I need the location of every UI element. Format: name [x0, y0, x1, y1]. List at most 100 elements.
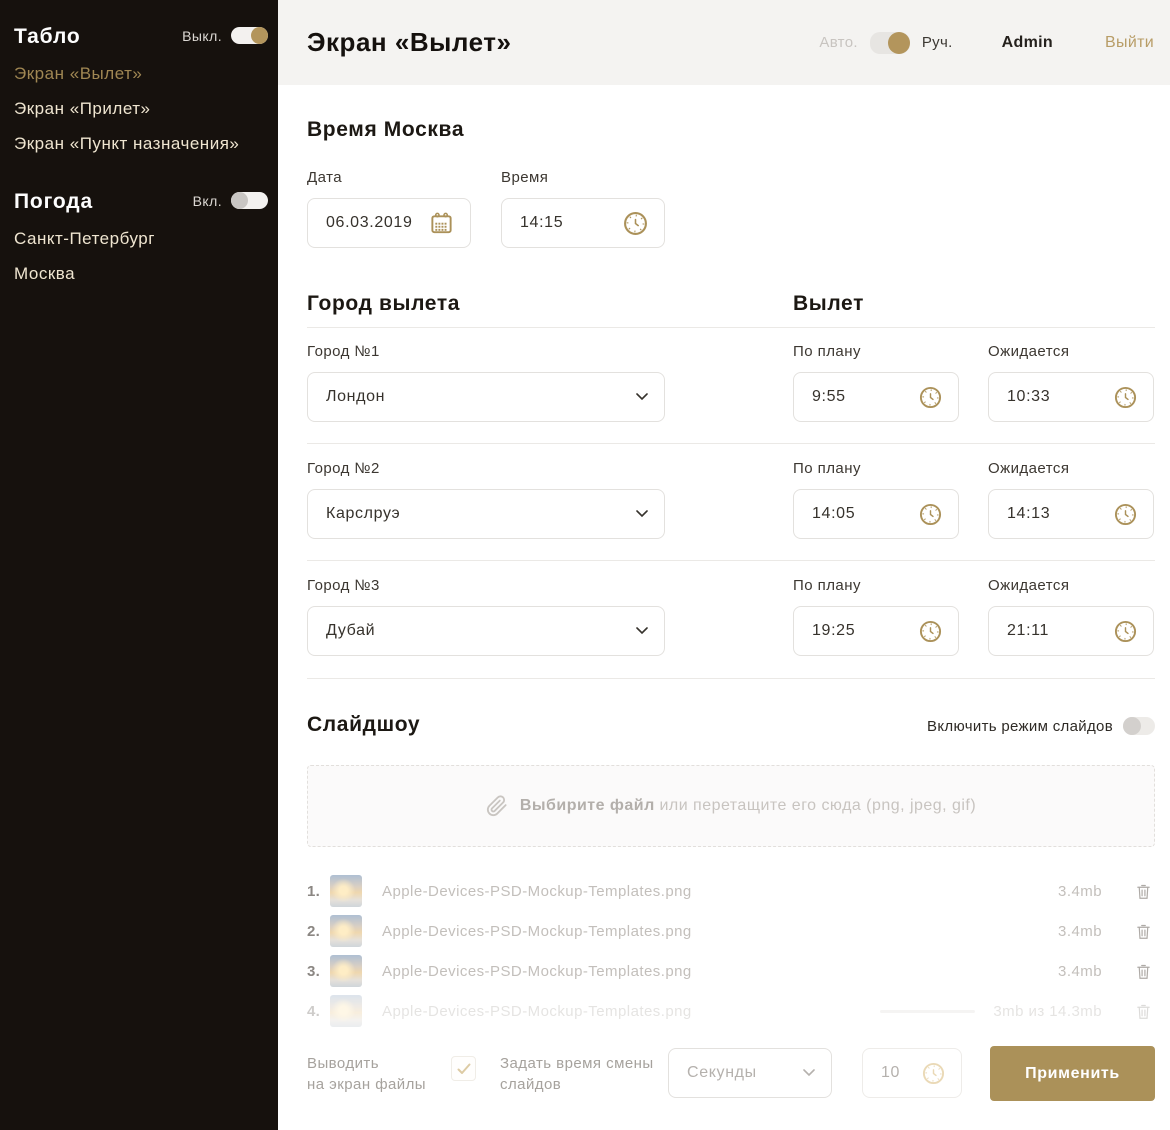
chevron-down-icon — [636, 627, 648, 635]
divider — [307, 443, 1155, 444]
city-2-select[interactable]: Карслруэ — [307, 489, 665, 539]
file-name: Apple-Devices-PSD-Mockup-Templates.png — [382, 923, 692, 940]
city-3-value: Дубай — [326, 622, 375, 640]
expected-1-input[interactable] — [1007, 388, 1106, 406]
sidebar-item-moscow[interactable]: Москва — [14, 264, 75, 284]
toggle-knob — [231, 192, 248, 209]
checkmark-icon — [456, 1061, 472, 1077]
sidebar-item-arrival-screen[interactable]: Экран «Прилет» — [14, 99, 151, 119]
plan-1-input[interactable] — [812, 388, 911, 406]
trash-icon[interactable] — [1135, 1002, 1155, 1021]
sidebar-item-saint-petersburg[interactable]: Санкт-Петербург — [14, 229, 155, 249]
file-name: Apple-Devices-PSD-Mockup-Templates.png — [382, 883, 692, 900]
time-input[interactable] — [520, 214, 615, 232]
clock-icon[interactable] — [919, 503, 942, 526]
expected-label: Ожидается — [988, 460, 1069, 477]
divider — [307, 327, 1155, 328]
time-field — [501, 198, 665, 248]
slideshow-mode-toggle[interactable] — [1123, 717, 1155, 735]
file-row-uploading: 4. Apple-Devices-PSD-Mockup-Templates.pn… — [307, 991, 1155, 1031]
trash-icon[interactable] — [1135, 882, 1155, 901]
clock-icon[interactable] — [919, 386, 942, 409]
chevron-down-icon — [803, 1069, 815, 1077]
sidebar-item-destination-screen[interactable]: Экран «Пункт назначения» — [14, 134, 239, 154]
chevron-down-icon — [636, 510, 648, 518]
interval-unit-select[interactable]: Секунды — [668, 1048, 832, 1098]
trash-icon[interactable] — [1135, 962, 1155, 981]
divider — [307, 560, 1155, 561]
expected-label: Ожидается — [988, 343, 1069, 360]
expected-3-field — [988, 606, 1154, 656]
slideshow-title: Слайдшоу — [307, 713, 420, 737]
clock-icon[interactable] — [1114, 620, 1137, 643]
show-files-checkbox[interactable] — [451, 1056, 476, 1081]
sidebar-section-title-board: Табло — [14, 25, 81, 49]
city-2-label: Город №2 — [307, 460, 380, 477]
divider — [307, 678, 1155, 679]
file-size: 3mb из 14.3mb — [993, 1003, 1102, 1020]
file-thumbnail — [330, 955, 362, 987]
toggle-knob — [1123, 717, 1141, 735]
file-name: Apple-Devices-PSD-Mockup-Templates.png — [382, 963, 692, 980]
expected-2-input[interactable] — [1007, 505, 1106, 523]
file-size: 3.4mb — [1058, 963, 1102, 980]
city-3-select[interactable]: Дубай — [307, 606, 665, 656]
main-content: Время Москва Дата Время Город вылета Выл… — [278, 85, 1170, 1130]
plan-2-field — [793, 489, 959, 539]
calendar-icon[interactable] — [429, 211, 454, 236]
plan-2-input[interactable] — [812, 505, 911, 523]
expected-3-input[interactable] — [1007, 622, 1106, 640]
date-field — [307, 198, 471, 248]
expected-2-field — [988, 489, 1154, 539]
plan-3-input[interactable] — [812, 622, 911, 640]
logout-link[interactable]: Выйти — [1105, 34, 1154, 52]
interval-value-input[interactable] — [881, 1064, 914, 1082]
expected-1-field — [988, 372, 1154, 422]
departure-city-title: Город вылета — [307, 292, 460, 316]
plan-label: По плану — [793, 460, 861, 477]
clock-icon[interactable] — [922, 1062, 945, 1085]
header-controls: Авто. Руч. Admin Выйти — [819, 0, 1154, 85]
city-1-label: Город №1 — [307, 343, 380, 360]
app-window: Табло Выкл. Экран «Вылет» Экран «Прилет»… — [0, 0, 1170, 1130]
toggle-knob — [251, 27, 268, 44]
file-number: 2. — [307, 923, 330, 940]
date-input[interactable] — [326, 214, 421, 232]
upload-cta-rest: или перетащите его сюда (png, jpeg, gif) — [659, 797, 976, 814]
auto-manual-toggle[interactable] — [870, 32, 910, 54]
clock-icon[interactable] — [623, 211, 648, 236]
file-name: Apple-Devices-PSD-Mockup-Templates.png — [382, 1003, 692, 1020]
trash-icon[interactable] — [1135, 922, 1155, 941]
file-row: 2. Apple-Devices-PSD-Mockup-Templates.pn… — [307, 911, 1155, 951]
clock-icon[interactable] — [1114, 386, 1137, 409]
interval-unit-value: Секунды — [687, 1064, 757, 1082]
city-1-select[interactable]: Лондон — [307, 372, 665, 422]
user-menu[interactable]: Admin — [1002, 34, 1053, 52]
auto-mode-label: Авто. — [819, 34, 857, 51]
clock-icon[interactable] — [919, 620, 942, 643]
city-1-value: Лондон — [326, 388, 385, 406]
page-title: Экран «Вылет» — [307, 27, 511, 58]
file-number: 3. — [307, 963, 330, 980]
expected-label: Ожидается — [988, 577, 1069, 594]
apply-button[interactable]: Применить — [990, 1046, 1155, 1101]
date-label: Дата — [307, 169, 342, 186]
file-number: 1. — [307, 883, 330, 900]
weather-toggle[interactable] — [231, 192, 268, 209]
file-thumbnail — [330, 915, 362, 947]
interval-value-field — [862, 1048, 962, 1098]
file-size: 3.4mb — [1058, 923, 1102, 940]
board-toggle-label: Выкл. — [182, 28, 222, 44]
show-files-label: Выводить на экран файлы — [307, 1053, 426, 1095]
chevron-down-icon — [636, 393, 648, 401]
city-2-value: Карслруэ — [326, 505, 400, 523]
file-upload-dropzone[interactable]: Выбирите файл или перетащите его сюда (p… — [307, 765, 1155, 847]
weather-toggle-label: Вкл. — [193, 193, 222, 209]
sidebar-item-departure-screen[interactable]: Экран «Вылет» — [14, 64, 142, 84]
paperclip-icon — [486, 795, 508, 817]
weather-toggle-group: Вкл. — [193, 192, 268, 209]
file-thumbnail — [330, 875, 362, 907]
board-toggle[interactable] — [231, 27, 268, 44]
clock-icon[interactable] — [1114, 503, 1137, 526]
moscow-time-title: Время Москва — [307, 118, 464, 142]
